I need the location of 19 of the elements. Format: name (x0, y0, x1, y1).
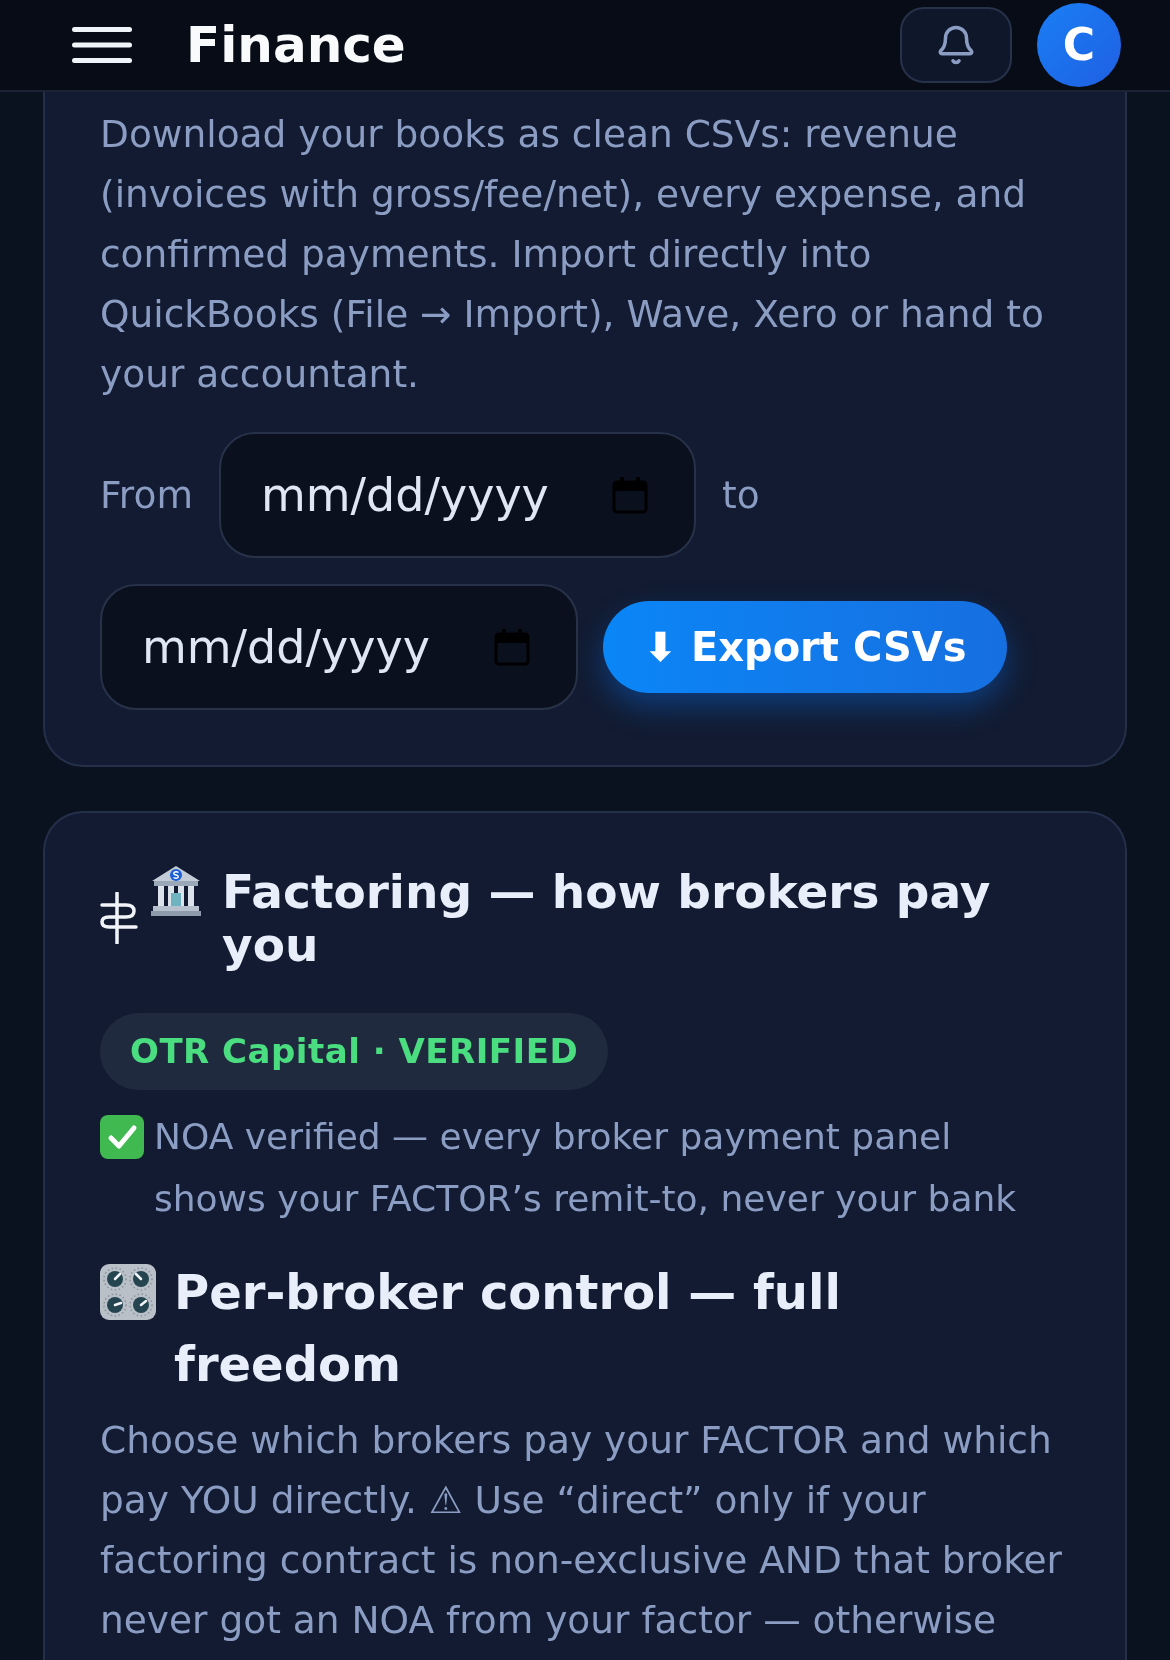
symbol-icon (100, 892, 138, 944)
date-field[interactable]: mm/dd/yyyy (100, 584, 578, 710)
from-label: From (100, 471, 193, 519)
bank-icon (150, 865, 202, 917)
page-title: Finance (186, 14, 406, 76)
menu-icon[interactable] (72, 25, 132, 65)
control-title: Per-broker control — full freedom (174, 1263, 842, 1394)
date-field[interactable]: mm/dd/yyyy (218, 432, 696, 558)
control-description: Choose which brokers pay your FACTOR and which pay YOU directly. ⚠ Use “direct” only if your factoring contract is non-exclusive AND that broker never got an NOA from your factor — otherwise (100, 1417, 1063, 1644)
factor-badge: OTR Capital · VERIFIED (100, 1013, 609, 1090)
check-icon (100, 1115, 144, 1159)
avatar[interactable]: C (1037, 3, 1121, 87)
factoring-title: Factoring — how brokers pay you (222, 865, 992, 971)
control-knobs-icon (100, 1264, 156, 1320)
export-description: Download your books as clean CSVs: revenue (invoices with gross/fee/net), every expense, and confirmed payments. Import directly into QuickBooks (File → Import), Wave, Xero or hand to your accountant. (100, 111, 1045, 398)
noa-status-text: NOA verified — every broker payment panel shows your FACTOR’s remit-to, never your bank (154, 1115, 1018, 1221)
export-button[interactable]: ⬇ Export CSVs (603, 601, 1007, 693)
notifications-button[interactable] (900, 7, 1012, 83)
to-label: to (721, 471, 760, 519)
